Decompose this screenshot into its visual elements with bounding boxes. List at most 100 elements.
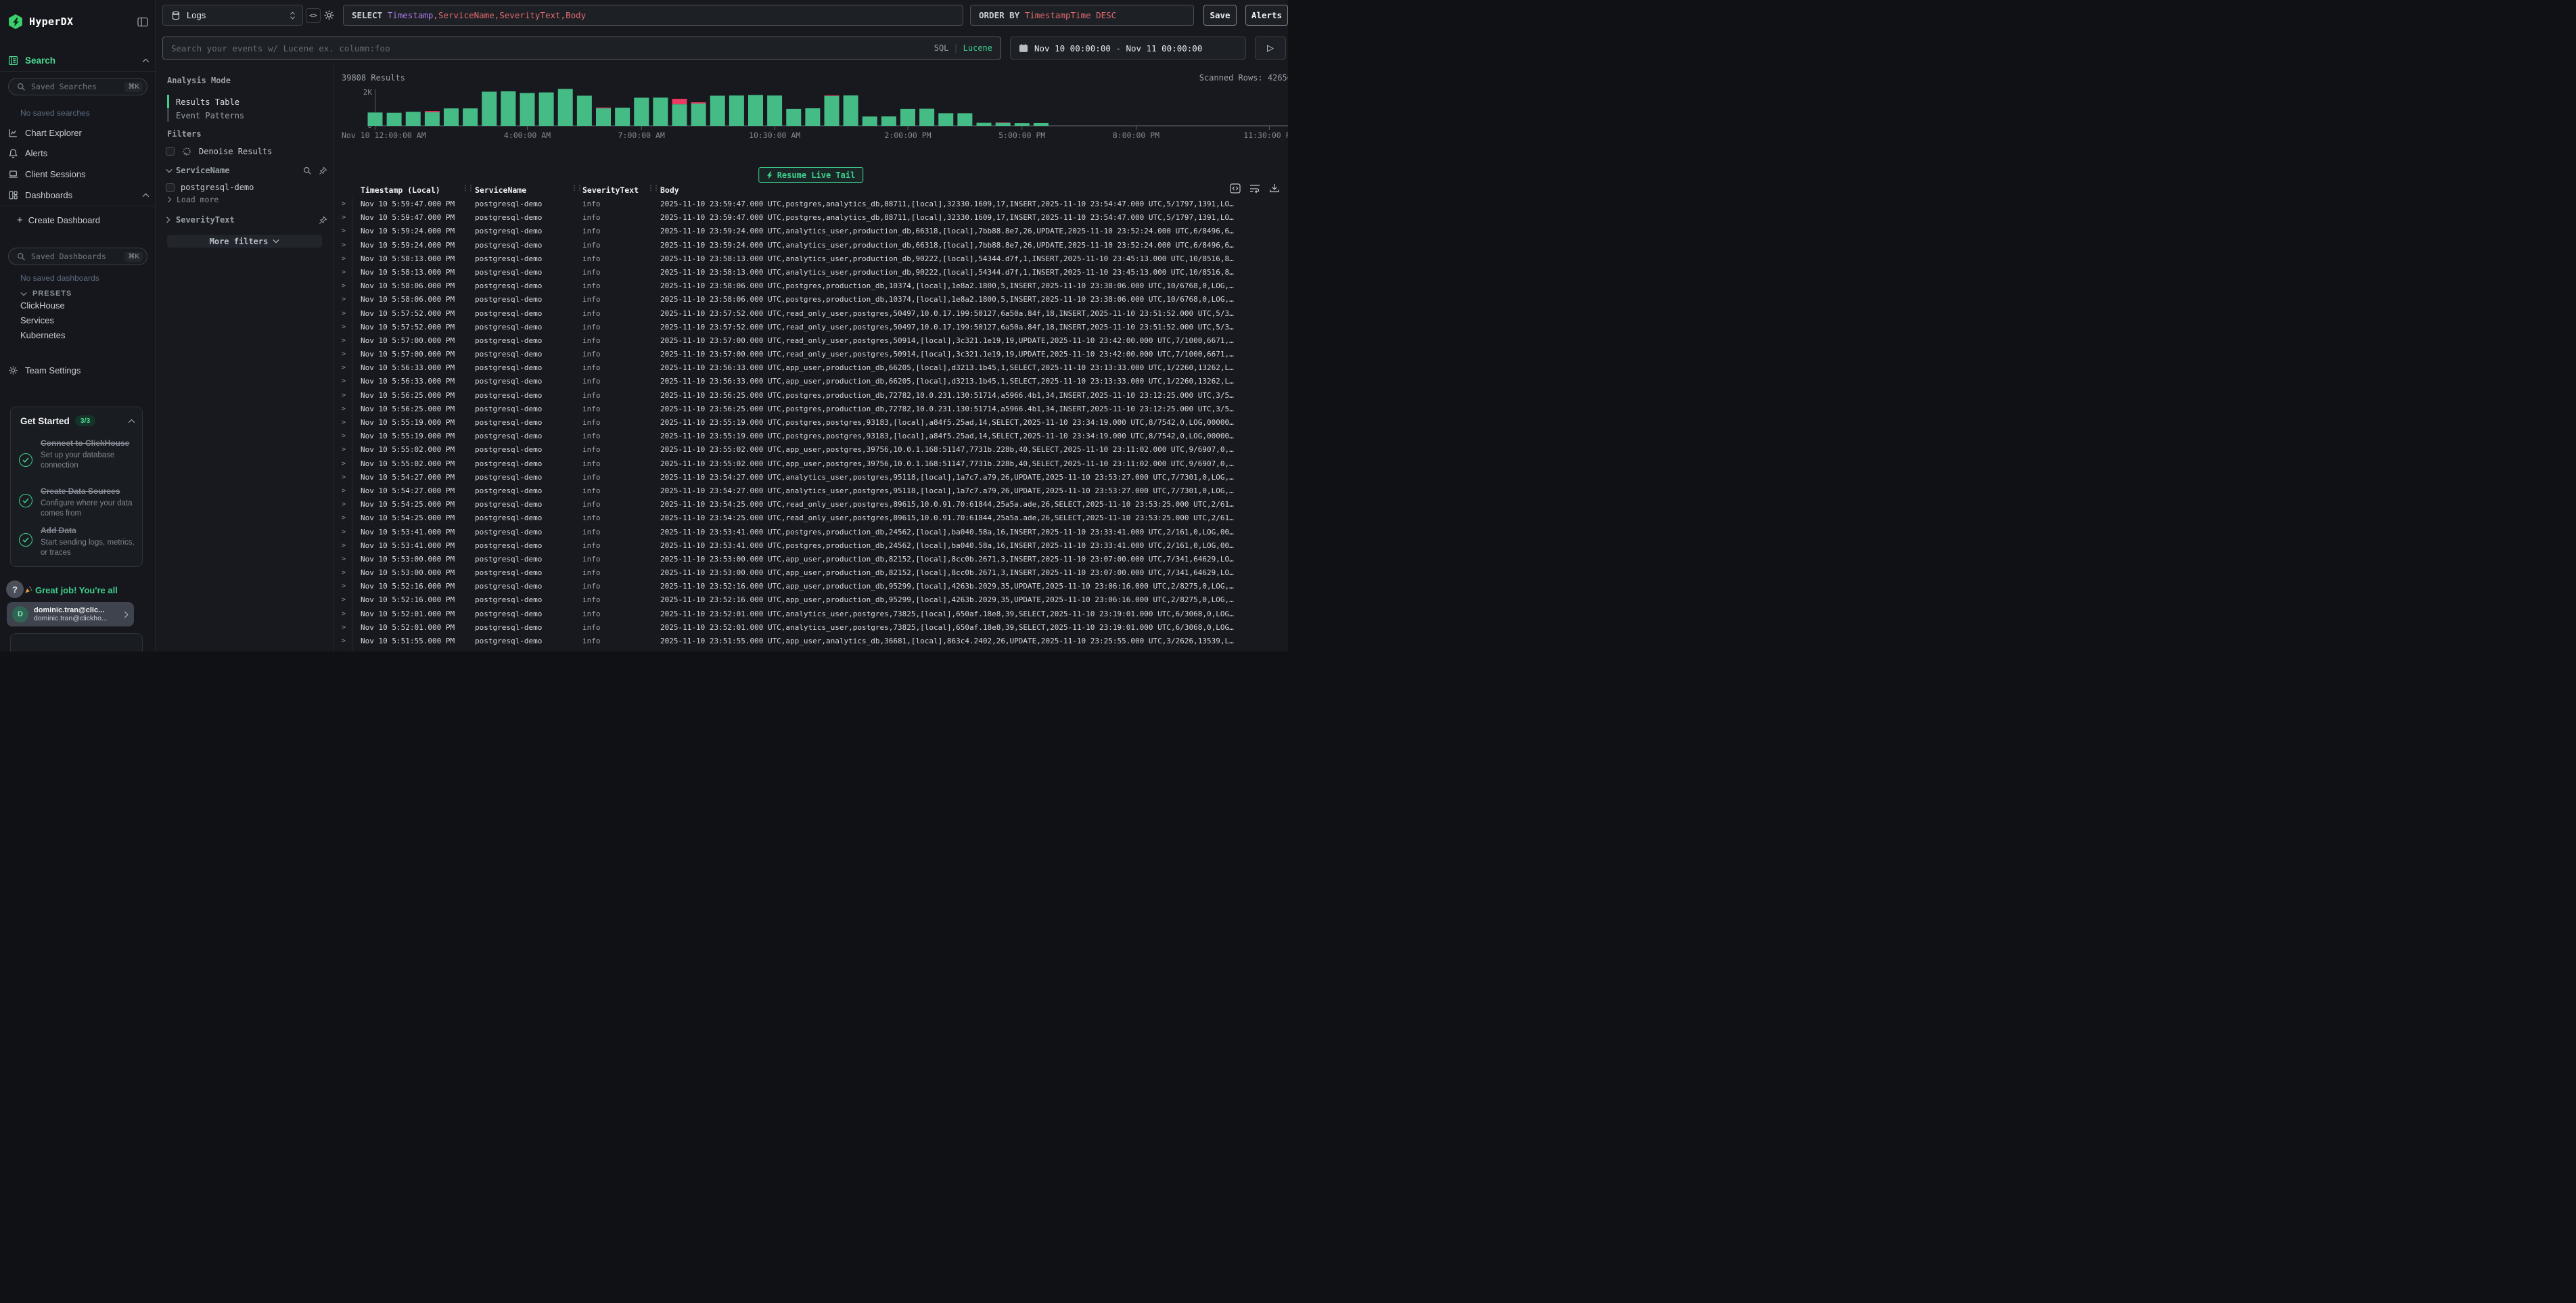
row-expander-icon[interactable]: > bbox=[342, 198, 352, 211]
select-clause-input[interactable]: SELECT Timestamp,ServiceName,SeverityTex… bbox=[343, 5, 963, 26]
table-row[interactable]: >Nov 10 5:51:55.000 PMpostgresql-demoinf… bbox=[334, 648, 1288, 652]
user-menu[interactable]: D dominic.tran@clic... dominic.tran@clic… bbox=[7, 602, 134, 626]
row-expander-icon[interactable]: > bbox=[342, 471, 352, 484]
table-row[interactable]: >Nov 10 5:55:19.000 PMpostgresql-demoinf… bbox=[334, 430, 1288, 443]
table-row[interactable]: >Nov 10 5:54:25.000 PMpostgresql-demoinf… bbox=[334, 511, 1288, 525]
mode-event-patterns[interactable]: Event Patterns bbox=[176, 109, 244, 122]
save-button[interactable]: Save bbox=[1203, 5, 1237, 26]
row-expander-icon[interactable]: > bbox=[342, 375, 352, 388]
row-expander-icon[interactable]: > bbox=[342, 457, 352, 471]
table-row[interactable]: >Nov 10 5:52:01.000 PMpostgresql-demoinf… bbox=[334, 608, 1288, 621]
row-expander-icon[interactable]: > bbox=[342, 266, 352, 279]
table-row[interactable]: >Nov 10 5:58:13.000 PMpostgresql-demoinf… bbox=[334, 266, 1288, 279]
denoise-checkbox[interactable] bbox=[166, 147, 175, 156]
sidebar-preset-item[interactable]: Kubernetes bbox=[0, 328, 155, 343]
row-expander-icon[interactable]: > bbox=[342, 430, 352, 443]
row-expander-icon[interactable]: > bbox=[342, 416, 352, 430]
row-expander-icon[interactable]: > bbox=[342, 211, 352, 225]
denoise-label[interactable]: Denoise Results bbox=[199, 147, 272, 156]
row-expander-icon[interactable]: > bbox=[342, 635, 352, 648]
search-input[interactable]: Search your events w/ Lucene ex. column:… bbox=[162, 37, 1001, 60]
table-row[interactable]: >Nov 10 5:53:00.000 PMpostgresql-demoinf… bbox=[334, 566, 1288, 580]
chevron-up-icon[interactable] bbox=[142, 58, 150, 63]
sidebar-item-chart-explorer[interactable]: Chart Explorer bbox=[8, 126, 150, 139]
pin-icon[interactable] bbox=[319, 216, 327, 225]
row-expander-icon[interactable]: > bbox=[342, 334, 352, 348]
row-expander-icon[interactable]: > bbox=[342, 539, 352, 553]
row-expander-icon[interactable]: > bbox=[342, 526, 352, 539]
more-filters-button[interactable]: More filters bbox=[167, 235, 322, 248]
table-row[interactable]: >Nov 10 5:58:13.000 PMpostgresql-demoinf… bbox=[334, 252, 1288, 266]
edit-sql-button[interactable]: <> bbox=[306, 8, 321, 23]
run-query-button[interactable]: ▷ bbox=[1255, 37, 1286, 60]
row-expander-icon[interactable]: > bbox=[342, 621, 352, 635]
presets-group-toggle[interactable]: PRESETS bbox=[20, 290, 72, 298]
row-expander-icon[interactable]: > bbox=[342, 348, 352, 361]
table-row[interactable]: >Nov 10 5:51:55.000 PMpostgresql-demoinf… bbox=[334, 635, 1288, 648]
row-expander-icon[interactable]: > bbox=[342, 498, 352, 511]
table-row[interactable]: >Nov 10 5:56:25.000 PMpostgresql-demoinf… bbox=[334, 403, 1288, 416]
table-row[interactable]: >Nov 10 5:52:16.000 PMpostgresql-demoinf… bbox=[334, 593, 1288, 607]
sidebar-item-dashboards[interactable]: Dashboards bbox=[8, 188, 150, 202]
row-expander-icon[interactable]: > bbox=[342, 279, 352, 293]
source-select[interactable]: Logs bbox=[162, 5, 303, 26]
column-resize-handle[interactable]: ⋮⋮ bbox=[647, 185, 658, 192]
sql-toggle[interactable]: SQL bbox=[934, 43, 949, 53]
chevron-up-icon[interactable] bbox=[142, 193, 150, 198]
get-started-step[interactable]: Add Data Start sending logs, metrics, or… bbox=[41, 526, 137, 558]
column-header-severitytext[interactable]: SeverityText bbox=[576, 185, 652, 195]
table-row[interactable]: >Nov 10 5:57:00.000 PMpostgresql-demoinf… bbox=[334, 334, 1288, 348]
table-row[interactable]: >Nov 10 5:56:33.000 PMpostgresql-demoinf… bbox=[334, 375, 1288, 388]
table-row[interactable]: >Nov 10 5:53:00.000 PMpostgresql-demoinf… bbox=[334, 553, 1288, 566]
row-expander-icon[interactable]: > bbox=[342, 225, 352, 238]
pin-icon[interactable] bbox=[319, 166, 327, 175]
row-expander-icon[interactable]: > bbox=[342, 580, 352, 593]
source-settings-button[interactable] bbox=[323, 9, 335, 21]
row-expander-icon[interactable]: > bbox=[342, 593, 352, 607]
row-expander-icon[interactable]: > bbox=[342, 307, 352, 321]
table-row[interactable]: >Nov 10 5:53:41.000 PMpostgresql-demoinf… bbox=[334, 539, 1288, 553]
servicename-group-header[interactable]: ServiceName bbox=[166, 165, 327, 176]
row-expander-icon[interactable]: > bbox=[342, 511, 352, 525]
table-row[interactable]: >Nov 10 5:56:33.000 PMpostgresql-demoinf… bbox=[334, 361, 1288, 375]
sidebar-item-team-settings[interactable]: Team Settings bbox=[8, 363, 150, 377]
table-row[interactable]: >Nov 10 5:55:02.000 PMpostgresql-demoinf… bbox=[334, 443, 1288, 457]
table-row[interactable]: >Nov 10 5:59:47.000 PMpostgresql-demoinf… bbox=[334, 198, 1288, 211]
column-resize-handle[interactable]: ⋮⋮ bbox=[571, 185, 582, 192]
table-row[interactable]: >Nov 10 5:54:25.000 PMpostgresql-demoinf… bbox=[334, 498, 1288, 511]
table-row[interactable]: >Nov 10 5:54:27.000 PMpostgresql-demoinf… bbox=[334, 471, 1288, 484]
create-dashboard-button[interactable]: + Create Dashboard bbox=[17, 213, 100, 227]
get-started-step[interactable]: Create Data Sources Configure where your… bbox=[41, 486, 137, 519]
saved-searches-input[interactable]: Saved Searches ⌘K bbox=[8, 78, 147, 95]
histogram-chart[interactable]: 02KNov 10 12:00:00 AM4:00:00 AM7:00:00 A… bbox=[342, 87, 1288, 140]
row-expander-icon[interactable]: > bbox=[342, 293, 352, 306]
table-row[interactable]: >Nov 10 5:56:25.000 PMpostgresql-demoinf… bbox=[334, 389, 1288, 403]
filter-value-label[interactable]: postgresql-demo bbox=[181, 183, 254, 192]
table-row[interactable]: >Nov 10 5:59:24.000 PMpostgresql-demoinf… bbox=[334, 225, 1288, 238]
search-icon[interactable] bbox=[303, 166, 312, 175]
row-expander-icon[interactable]: > bbox=[342, 321, 352, 334]
sidebar-preset-item[interactable]: Services bbox=[0, 313, 155, 328]
alerts-button[interactable]: Alerts bbox=[1245, 5, 1288, 26]
row-expander-icon[interactable]: > bbox=[342, 648, 352, 652]
sidebar-item-search[interactable]: Search bbox=[8, 53, 150, 67]
row-expander-icon[interactable]: > bbox=[342, 443, 352, 457]
sidebar-item-alerts[interactable]: Alerts bbox=[8, 146, 150, 160]
get-started-step[interactable]: Connect to ClickHouse Set up your databa… bbox=[41, 438, 137, 471]
postgresql-demo-checkbox[interactable] bbox=[166, 183, 175, 192]
chevron-up-icon[interactable] bbox=[128, 419, 135, 424]
table-row[interactable]: >Nov 10 5:55:02.000 PMpostgresql-demoinf… bbox=[334, 457, 1288, 471]
row-expander-icon[interactable]: > bbox=[342, 252, 352, 266]
column-header-timestamp[interactable]: Timestamp (Local) bbox=[352, 185, 467, 195]
mode-results-table[interactable]: Results Table bbox=[176, 95, 239, 109]
column-header-servicename[interactable]: ServiceName bbox=[467, 185, 576, 195]
sidebar-preset-item[interactable]: ClickHouse bbox=[0, 298, 155, 313]
table-row[interactable]: >Nov 10 5:57:52.000 PMpostgresql-demoinf… bbox=[334, 321, 1288, 334]
table-row[interactable]: >Nov 10 5:58:06.000 PMpostgresql-demoinf… bbox=[334, 293, 1288, 306]
resume-live-tail-button[interactable]: Resume Live Tail bbox=[758, 167, 864, 183]
load-more-button[interactable]: Load more bbox=[167, 195, 218, 204]
table-row[interactable]: >Nov 10 5:53:41.000 PMpostgresql-demoinf… bbox=[334, 526, 1288, 539]
table-row[interactable]: >Nov 10 5:52:01.000 PMpostgresql-demoinf… bbox=[334, 621, 1288, 635]
lucene-toggle[interactable]: Lucene bbox=[963, 43, 992, 53]
sidebar-item-client-sessions[interactable]: Client Sessions bbox=[8, 167, 150, 181]
